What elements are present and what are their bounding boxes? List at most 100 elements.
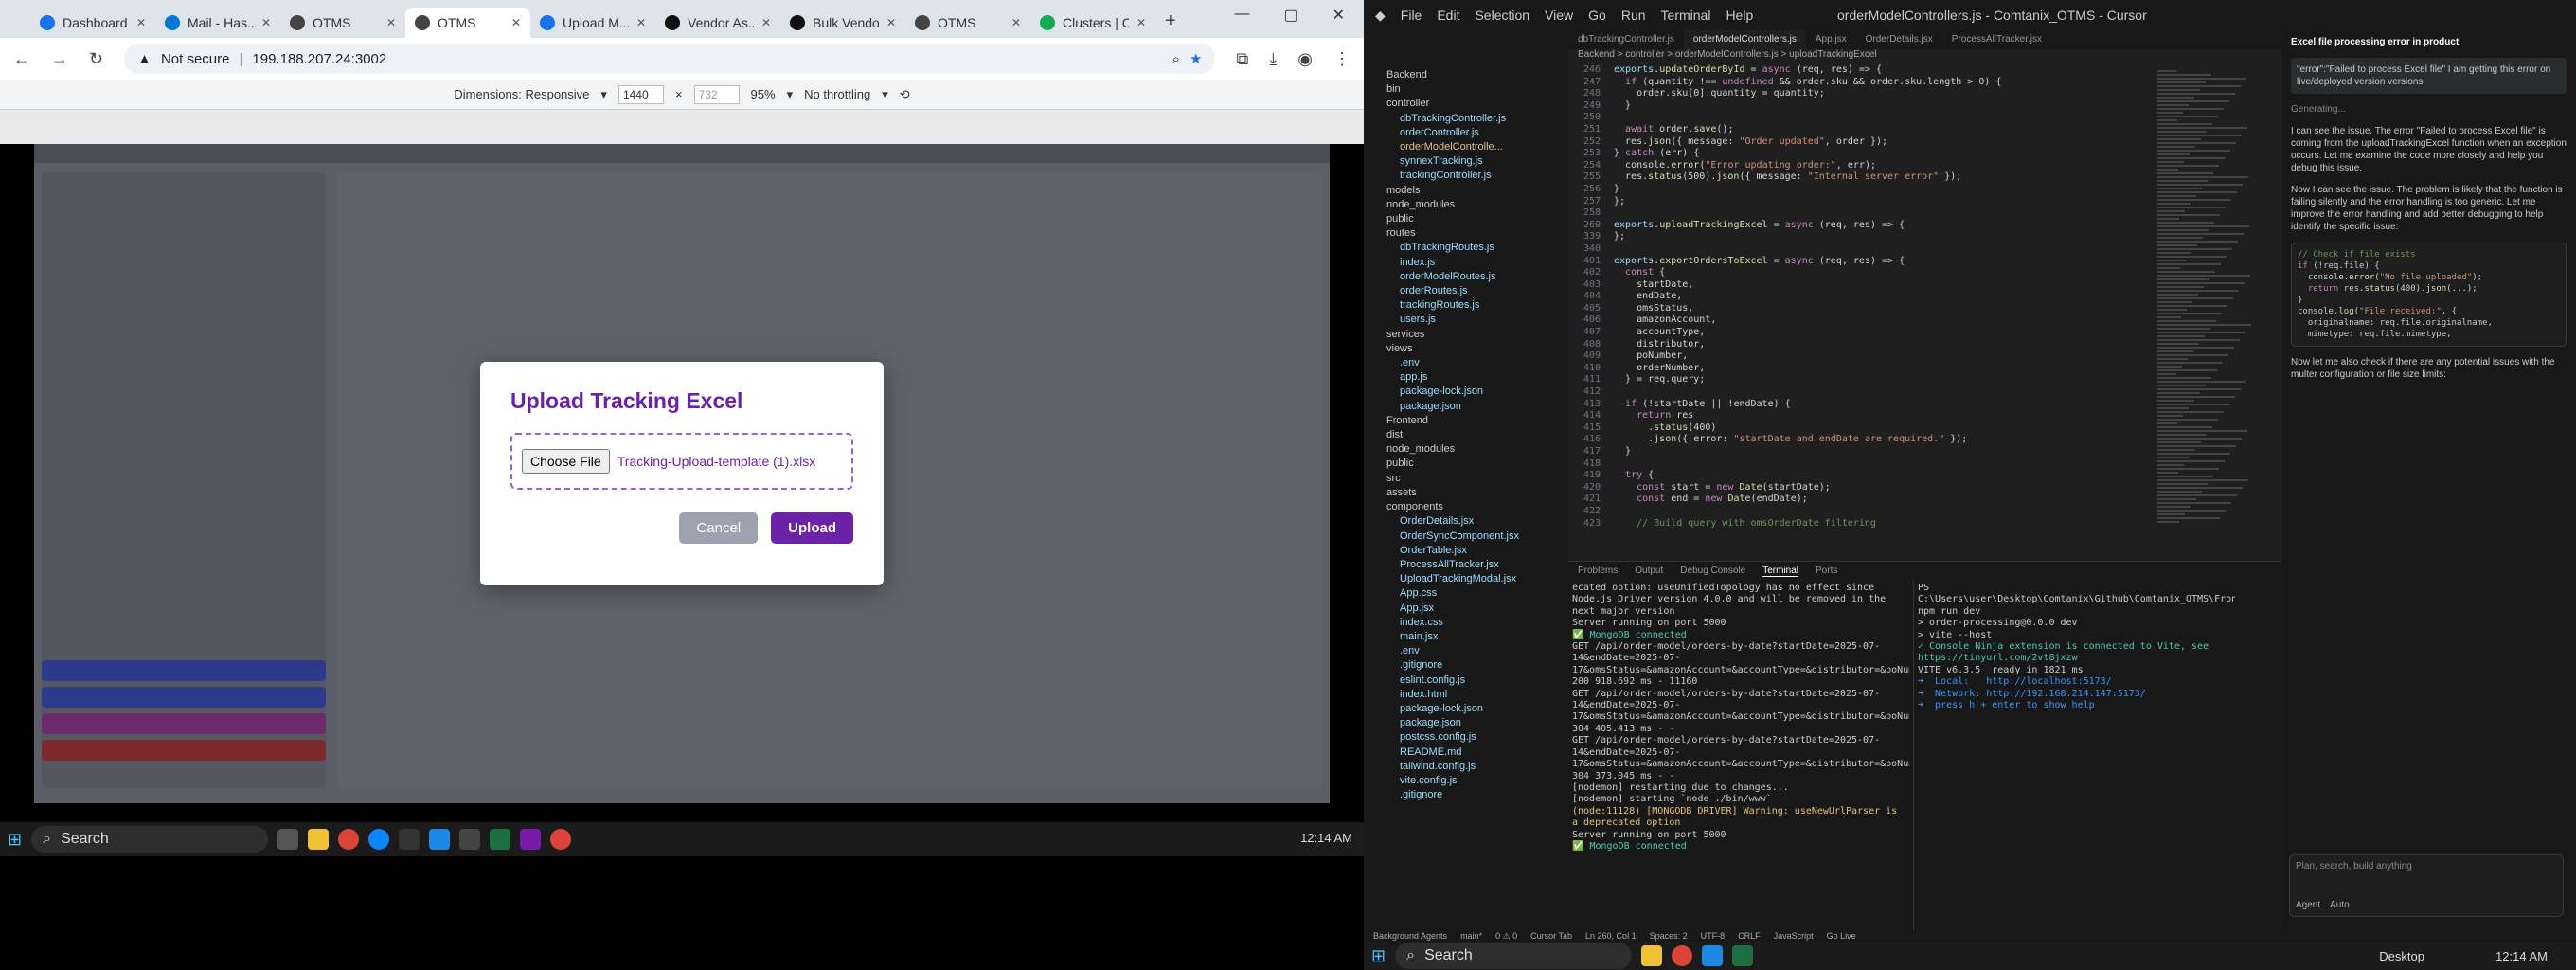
browser-tab[interactable]: Clusters | C... ✕ [1030, 8, 1155, 38]
editor-tab[interactable]: ProcessAllTracker.jsx [1942, 30, 2051, 49]
chat-input[interactable]: Plan, search, build anything Agent Auto [2289, 854, 2564, 917]
explorer-item[interactable]: views [1379, 342, 1568, 356]
agent-mode-select[interactable]: Agent [2296, 900, 2320, 910]
explorer-item[interactable]: assets [1379, 486, 1568, 500]
bookmark-star-icon[interactable]: ★ [1190, 50, 1202, 67]
explorer-item[interactable]: .gitignore [1379, 788, 1568, 802]
rotate-icon[interactable]: ⟲ [900, 87, 910, 102]
width-input[interactable]: 1440 [617, 84, 664, 104]
taskbar-search[interactable]: ⌕ Search [31, 826, 269, 853]
throttle-select[interactable]: No throttling [804, 87, 870, 101]
menu-item[interactable]: Edit [1437, 8, 1459, 23]
status-item[interactable]: Cursor Tab [1530, 931, 1572, 941]
vscode-icon[interactable] [1702, 945, 1724, 966]
explorer-item[interactable]: .gitignore [1379, 658, 1568, 673]
explorer-item[interactable]: App.jsx [1379, 602, 1568, 616]
explorer-item[interactable]: package-lock.json [1379, 385, 1568, 399]
menu-item[interactable]: View [1545, 8, 1573, 23]
panel-tab[interactable]: Debug Console [1680, 566, 1745, 577]
edge-icon[interactable] [368, 829, 390, 850]
explorer-item[interactable]: OrderDetails.jsx [1379, 514, 1568, 529]
new-tab-button[interactable]: + [1165, 10, 1176, 32]
back-icon[interactable]: ← [13, 49, 30, 69]
explorer-item[interactable]: orderRoutes.js [1379, 284, 1568, 298]
zoom-icon[interactable]: ⌕ [1172, 51, 1180, 67]
dimensions-select[interactable]: Dimensions: Responsive [454, 87, 589, 101]
editor-tab[interactable]: orderModelControllers.js [1683, 30, 1806, 49]
file-drop-zone[interactable]: Choose File Tracking-Upload-template (1)… [510, 433, 853, 490]
explorer-item[interactable]: components [1379, 500, 1568, 514]
browser-tab[interactable]: OTMS ✕ [280, 8, 405, 38]
panel-tab[interactable]: Terminal [1762, 566, 1799, 577]
file-explorer-icon[interactable] [1641, 945, 1663, 966]
close-tab-icon[interactable]: ✕ [386, 16, 396, 29]
zoom-select[interactable]: 95% [751, 87, 776, 101]
explorer-item[interactable]: orderController.js [1379, 126, 1568, 140]
onenote-icon[interactable] [520, 829, 542, 850]
explorer-item[interactable]: index.js [1379, 256, 1568, 270]
status-item[interactable]: Go Live [1827, 931, 1856, 941]
frontend-terminal[interactable]: PS C:\Users\user\Desktop\Comtanix\Github… [1913, 581, 2235, 931]
url-text[interactable]: 199.188.207.24:3002 [252, 51, 386, 67]
explorer-item[interactable]: App.css [1379, 586, 1568, 601]
model-select[interactable]: Auto [2330, 900, 2350, 910]
vscode-icon[interactable] [429, 829, 451, 850]
explorer-item[interactable]: dbTrackingRoutes.js [1379, 241, 1568, 255]
status-item[interactable]: UTF-8 [1701, 931, 1726, 941]
status-item[interactable]: Background Agents [1373, 931, 1447, 941]
explorer-item[interactable]: index.html [1379, 688, 1568, 702]
upload-button[interactable]: Upload [771, 512, 853, 544]
editor-tab[interactable]: OrderDetails.jsx [1856, 30, 1942, 49]
panel-tab[interactable]: Problems [1578, 566, 1618, 577]
explorer-item[interactable]: UploadTrackingModal.jsx [1379, 572, 1568, 586]
panel-tab[interactable]: Ports [1816, 566, 1837, 577]
status-item[interactable]: Spaces: 2 [1650, 931, 1688, 941]
explorer-item[interactable]: trackingRoutes.js [1379, 298, 1568, 313]
cancel-button[interactable]: Cancel [679, 512, 759, 544]
explorer-item[interactable]: app.js [1379, 370, 1568, 385]
excel-icon[interactable] [1732, 945, 1754, 966]
maximize-icon[interactable]: ▢ [1283, 6, 1297, 25]
menu-item[interactable]: Terminal [1661, 8, 1711, 23]
close-icon[interactable]: ✕ [1333, 6, 1345, 25]
explorer-item[interactable]: index.css [1379, 616, 1568, 630]
explorer-item[interactable]: public [1379, 457, 1568, 471]
close-tab-icon[interactable]: ✕ [136, 16, 146, 29]
explorer-item[interactable]: dist [1379, 428, 1568, 442]
close-tab-icon[interactable]: ✕ [261, 16, 271, 29]
close-tab-icon[interactable]: ✕ [636, 16, 646, 29]
explorer-item[interactable]: trackingController.js [1379, 169, 1568, 183]
explorer-item[interactable]: package.json [1379, 716, 1568, 730]
minimap[interactable] [2157, 68, 2271, 551]
menu-item[interactable]: Go [1588, 8, 1606, 23]
explorer-item[interactable]: controller [1379, 97, 1568, 111]
browser-tab[interactable]: Vendor As... ✕ [655, 8, 780, 38]
explorer-item[interactable]: orderModelControlle... [1379, 140, 1568, 154]
omnibox[interactable]: ▲ Not secure | 199.188.207.24:3002 ⌕ ★ [124, 44, 1216, 74]
status-item[interactable]: main* [1460, 931, 1482, 941]
chrome-icon[interactable] [550, 829, 572, 850]
explorer-item[interactable]: services [1379, 328, 1568, 342]
explorer-item[interactable]: bin [1379, 82, 1568, 97]
menu-icon[interactable]: ⋮ [1333, 49, 1351, 69]
close-tab-icon[interactable]: ✕ [511, 16, 521, 29]
app-icon[interactable] [399, 829, 420, 850]
explorer-item[interactable]: OrderTable.jsx [1379, 544, 1568, 558]
explorer-item[interactable]: models [1379, 184, 1568, 198]
explorer-item[interactable]: .env [1379, 356, 1568, 370]
explorer-item[interactable]: .env [1379, 644, 1568, 658]
cursor-icon[interactable] [459, 829, 481, 850]
browser-tab[interactable]: Bulk Vendo... ✕ [780, 8, 905, 38]
editor-tab[interactable]: App.jsx [1806, 30, 1856, 49]
explorer-item[interactable]: src [1379, 472, 1568, 486]
panel-tab[interactable]: Output [1635, 566, 1663, 577]
explorer-item[interactable]: OrderSyncComponent.jsx [1379, 530, 1568, 544]
reload-icon[interactable]: ↻ [89, 49, 103, 69]
code-diff-card[interactable]: // Check if file exists if (!req.file) {… [2291, 242, 2567, 347]
file-explorer-icon[interactable] [308, 829, 330, 850]
explorer-item[interactable]: dbTrackingController.js [1379, 112, 1568, 126]
explorer-item[interactable]: Frontend [1379, 414, 1568, 428]
explorer-item[interactable]: package.json [1379, 400, 1568, 414]
browser-tab[interactable]: Dashboard ✕ [30, 8, 155, 38]
explorer-item[interactable]: README.md [1379, 745, 1568, 760]
